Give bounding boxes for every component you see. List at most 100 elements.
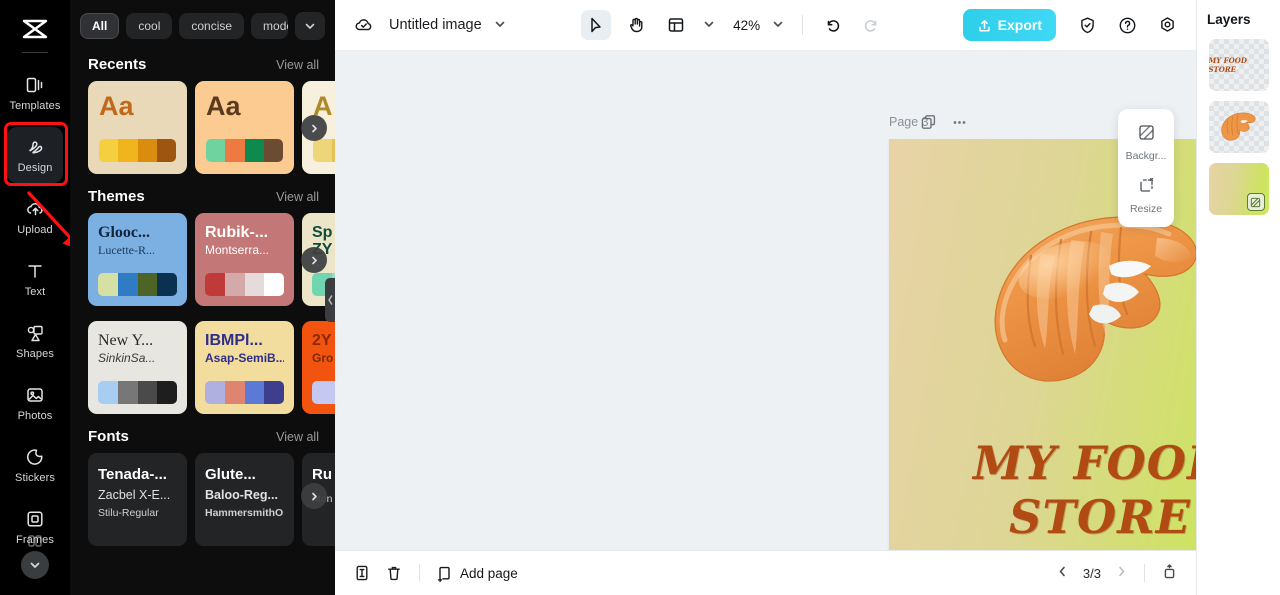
undo-icon[interactable] (817, 10, 847, 40)
pager-divider (1144, 564, 1145, 582)
theme-card-title: Glooc... (98, 224, 150, 241)
top-toolbar: Untitled image 42% Export (335, 0, 1196, 51)
filter-chip-concise[interactable]: concise (179, 13, 245, 39)
view-all-themes[interactable]: View all (276, 190, 319, 204)
rail-divider (22, 52, 48, 53)
theme-card-subtitle: Gro (312, 352, 334, 366)
cursor-select-icon[interactable] (581, 10, 612, 40)
hand-pan-icon[interactable] (621, 10, 651, 40)
section-title: Themes (88, 188, 145, 205)
design-icon (24, 136, 46, 158)
background-icon (1246, 193, 1265, 211)
font-card-line2: Baloo-Reg... (205, 488, 278, 502)
left-rail: Templates Design Upload Text Shapes Phot… (0, 0, 70, 595)
theme-card[interactable]: IBMPl... Asap-SemiB... (195, 321, 294, 414)
question-circle-icon[interactable] (1112, 10, 1142, 40)
section-header-themes: Themes View all (70, 178, 335, 213)
sidebar-item-design[interactable]: Design (7, 127, 63, 183)
view-all-recents[interactable]: View all (276, 58, 319, 72)
trash-icon[interactable] (385, 564, 403, 582)
sidebar-item-photos[interactable]: Photos (7, 375, 63, 431)
bottom-toolbar: Add page 3/3 (335, 550, 1196, 595)
main-area: Untitled image 42% Export Page 3 MY FOO … (335, 0, 1196, 595)
next-page-button[interactable] (1115, 565, 1128, 581)
document-title[interactable]: Untitled image (389, 17, 482, 33)
sidebar-item-shapes[interactable]: Shapes (7, 313, 63, 369)
panel-collapse-handle[interactable] (325, 278, 335, 322)
capcut-logo-icon[interactable] (18, 14, 52, 44)
font-card-line3: Stilu-Regular (98, 507, 159, 519)
artboard-title-text[interactable]: MY FOOD STORE (889, 436, 1196, 544)
settings-gear-icon[interactable] (1152, 10, 1182, 40)
theme-card[interactable]: Rubik-... Montserra... (195, 213, 294, 306)
canvas-area[interactable]: Page 3 MY FOO STORE Backgr... Resize (335, 51, 1196, 550)
sidebar-item-templates[interactable]: Templates (7, 65, 63, 121)
sidebar-item-label: Shapes (16, 348, 54, 360)
layout-chevron-down-icon[interactable] (703, 18, 715, 33)
layer-item-image[interactable] (1208, 101, 1269, 153)
layout-grid-icon[interactable] (661, 10, 691, 40)
page-tools (920, 114, 968, 131)
theme-card-title: Sp (312, 224, 333, 241)
page-indicator: 3/3 (1082, 565, 1101, 581)
shield-check-icon[interactable] (1072, 10, 1102, 40)
theme-card-title: 2Y (312, 332, 332, 349)
filter-chip-cool[interactable]: cool (126, 13, 173, 39)
sidebar-item-upload[interactable]: Upload (7, 189, 63, 245)
zoom-chevron-down-icon[interactable] (772, 18, 784, 33)
zoom-level-value[interactable]: 42% (733, 18, 760, 33)
background-tool-button[interactable]: Backgr... (1120, 119, 1172, 166)
recents-next-button[interactable] (301, 115, 327, 141)
themes-next-button[interactable] (301, 247, 327, 273)
sidebar-item-label: Design (17, 162, 53, 174)
page-navigator: 3/3 (1056, 563, 1178, 583)
frames-icon (24, 508, 46, 530)
text-icon (24, 260, 46, 282)
cloud-check-icon[interactable] (353, 14, 375, 36)
duplicate-page-icon[interactable] (920, 114, 937, 131)
fonts-next-button[interactable] (301, 483, 327, 509)
theme-card[interactable]: New Y... SinkinSa... (88, 321, 187, 414)
filter-chip-modern[interactable]: modern (251, 13, 288, 39)
layer-item-text[interactable]: MY FOOD STORE (1208, 39, 1269, 91)
filter-chip-all[interactable]: All (80, 13, 120, 39)
recent-card-sample: Aa (206, 91, 241, 121)
collapse-pages-icon[interactable] (1161, 563, 1178, 583)
resize-tool-button[interactable]: Resize (1120, 172, 1172, 219)
swatch-strip (99, 139, 176, 162)
chevron-down-icon[interactable] (494, 18, 506, 33)
layer-item-background[interactable] (1208, 163, 1269, 215)
recent-card[interactable]: Aa (195, 81, 294, 174)
section-header-fonts: Fonts View all (70, 418, 335, 453)
recent-card-sample: Aa (99, 91, 134, 121)
sidebar-item-stickers[interactable]: Stickers (7, 437, 63, 493)
layers-panel: Layers MY FOOD STORE (1196, 0, 1280, 595)
theme-card[interactable]: Glooc... Lucette-R... (88, 213, 187, 306)
prev-page-button[interactable] (1056, 565, 1069, 581)
themes-row-2: New Y... SinkinSa... IBMPl... Asap-SemiB… (70, 321, 335, 418)
photos-icon (24, 384, 46, 406)
recent-card[interactable]: Aa (88, 81, 187, 174)
sidebar-item-label: Photos (17, 410, 53, 422)
theme-card[interactable]: 2Y Gro (302, 321, 335, 414)
view-all-fonts[interactable]: View all (276, 430, 319, 444)
export-button[interactable]: Export (962, 9, 1056, 41)
rail-expand-more-button[interactable] (21, 551, 49, 579)
font-card[interactable]: Tenada-... Zacbel X-E... Stilu-Regular (88, 453, 187, 546)
themes-row-1: Glooc... Lucette-R... Rubik-... Montserr… (70, 213, 335, 310)
add-page-icon (436, 565, 453, 582)
rail-overflow-ghost-icon (23, 534, 47, 552)
layer-croissant-icon (1220, 112, 1256, 141)
duplicate-icon[interactable] (353, 564, 371, 582)
floating-tools-panel: Backgr... Resize (1118, 109, 1174, 227)
redo-icon[interactable] (857, 10, 887, 40)
swatch-strip (205, 381, 284, 404)
more-horizontal-icon[interactable] (951, 114, 968, 131)
bottom-divider (419, 564, 420, 582)
font-card[interactable]: Glute... Baloo-Reg... HammersmithOn... (195, 453, 294, 546)
add-page-button[interactable]: Add page (436, 565, 518, 582)
filter-expand-button[interactable] (295, 12, 325, 40)
resize-tool-label: Resize (1129, 203, 1163, 215)
sidebar-item-text[interactable]: Text (7, 251, 63, 307)
export-upload-icon (977, 18, 992, 33)
